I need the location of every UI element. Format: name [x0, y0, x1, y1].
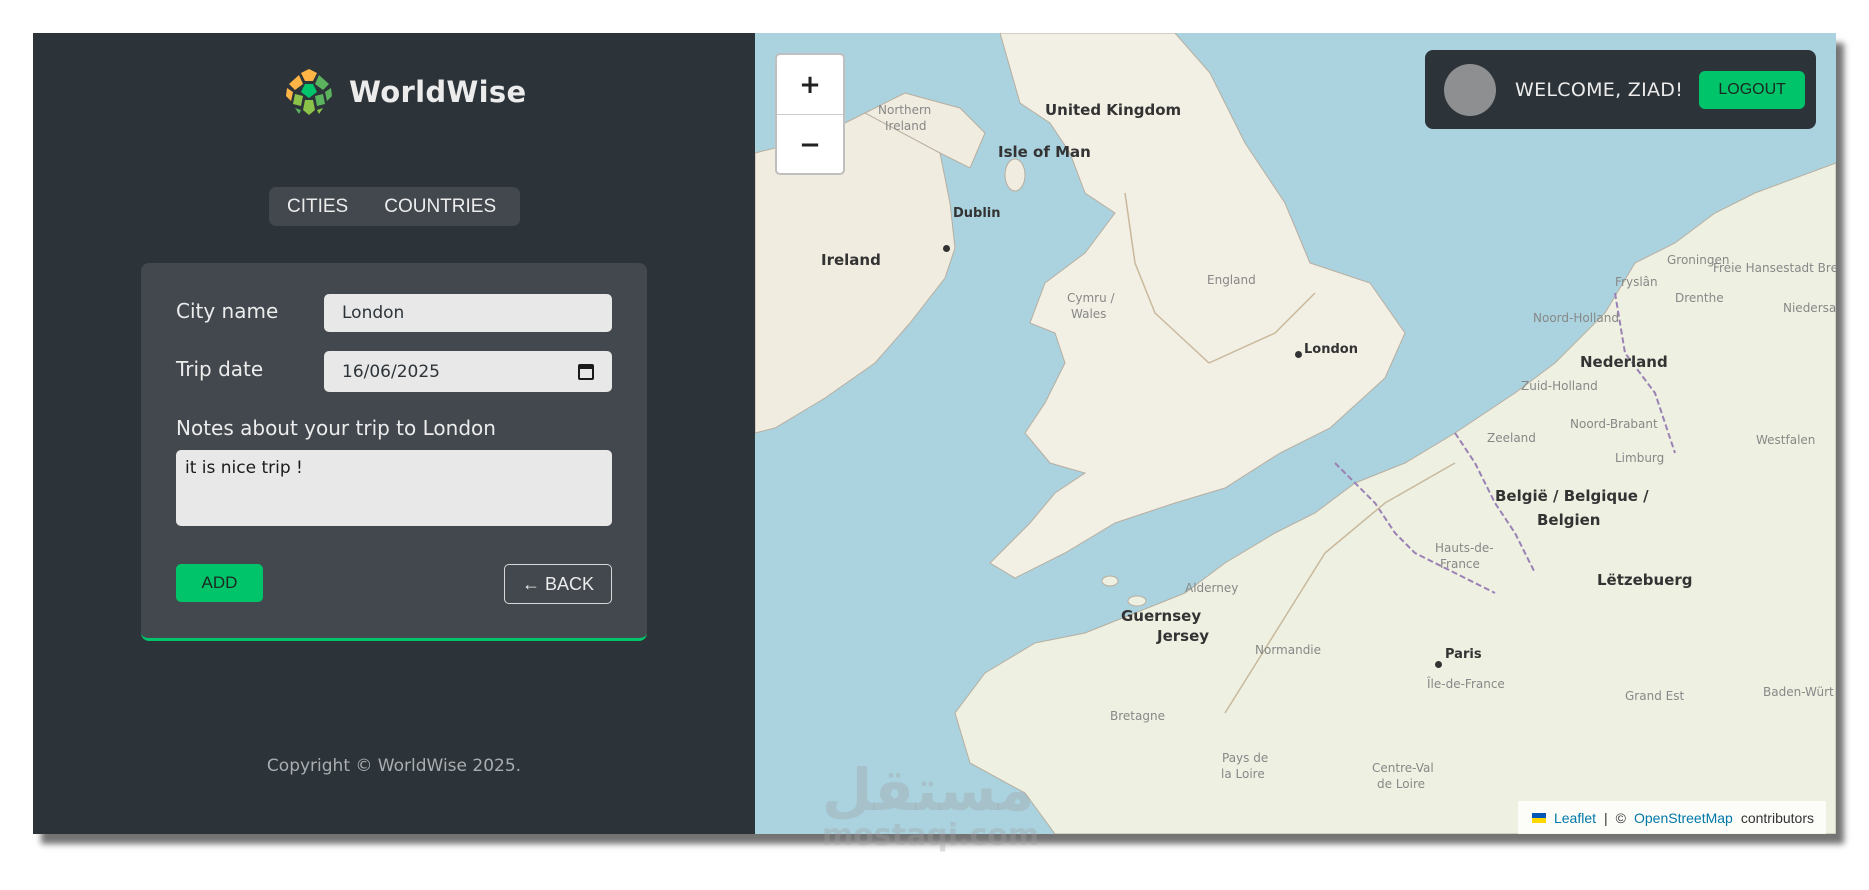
watermark-arabic: مستقل [822, 756, 1035, 824]
map-label-belgien: Belgien [1537, 511, 1601, 529]
notes-textarea[interactable]: it is nice trip ! [176, 450, 612, 526]
map-label-centre: Centre-Val [1372, 761, 1434, 775]
tab-countries[interactable]: COUNTRIES [366, 187, 514, 226]
map-label-de-loire: de Loire [1377, 777, 1426, 791]
map-label-dublin: Dublin [953, 206, 1001, 221]
globe-logo-icon [285, 68, 333, 116]
map-label-england: England [1207, 273, 1256, 287]
map-label-uk: United Kingdom [1045, 101, 1182, 119]
attribution-separator: | [1604, 809, 1608, 826]
map-label-wales: Wales [1071, 307, 1107, 321]
city-marker-paris [1435, 661, 1442, 668]
map-label-letz: Lëtzebuerg [1597, 571, 1693, 589]
watermark-latin: mostaqi.com [822, 818, 1040, 853]
attribution-contributors: contributors [1740, 809, 1814, 826]
trip-date-input[interactable]: 16/06/2025 [324, 351, 612, 392]
map-label-limburg: Limburg [1615, 451, 1665, 465]
zoom-in-button[interactable]: + [777, 55, 843, 115]
map-label-cymru: Cymru / [1067, 291, 1115, 305]
ukraine-flag-icon [1531, 812, 1546, 823]
city-name-input[interactable]: London [324, 294, 612, 332]
calendar-icon[interactable] [578, 363, 594, 380]
add-button[interactable]: ADD [176, 564, 263, 602]
user-panel: WELCOME, ZIAD! LOGOUT [1425, 50, 1816, 129]
app-logo[interactable]: WorldWise [283, 66, 526, 118]
tab-cities[interactable]: CITIES [269, 187, 366, 226]
map-label-n-ireland: Ireland [885, 119, 927, 133]
map-label-bremen: Freie Hansestadt Bremen [1713, 261, 1836, 275]
city-marker-dublin [943, 245, 950, 252]
map-attribution: Leaflet | © OpenStreetMap contributors [1517, 801, 1826, 834]
leaflet-link[interactable]: Leaflet [1554, 810, 1596, 826]
map-label-zeeland: Zeeland [1487, 431, 1536, 445]
map-label-nieders: Niedersac [1783, 301, 1836, 315]
map-label-paris: Paris [1445, 647, 1482, 662]
map-label-zuid-holland: Zuid-Holland [1521, 379, 1598, 393]
map-label-isle-of-man: Isle of Man [998, 143, 1091, 161]
add-city-form: City name London Trip date 16/06/2025 No… [141, 263, 647, 641]
map-label-london: London [1304, 342, 1358, 357]
map-label-noord-holland: Noord-Holland [1533, 311, 1619, 325]
map-label-drenthe: Drenthe [1675, 291, 1724, 305]
map-label-ireland: Ireland [821, 251, 881, 269]
map-label-france-r: France [1440, 557, 1480, 571]
map-label-nederland: Nederland [1580, 353, 1668, 371]
osm-link[interactable]: OpenStreetMap [1634, 810, 1733, 826]
avatar [1444, 63, 1496, 116]
map-tiles [755, 33, 1836, 834]
city-name-label: City name [176, 299, 279, 323]
zoom-out-button[interactable]: − [777, 115, 843, 174]
sidebar: WorldWise CITIES COUNTRIES City name Lon… [33, 33, 755, 834]
notes-label: Notes about your trip to London [176, 416, 496, 440]
map-label-friesland: Fryslân [1615, 275, 1658, 289]
attribution-copyright: © [1615, 809, 1626, 826]
back-button[interactable]: ← BACK [504, 564, 612, 604]
logout-button[interactable]: LOGOUT [1699, 70, 1806, 109]
welcome-text: WELCOME, ZIAD! [1515, 78, 1684, 101]
watermark: مستقل mostaqi.com [822, 756, 1040, 853]
zoom-control: + − [775, 53, 845, 175]
map-label-jersey: Jersey [1157, 627, 1210, 645]
map-label-hauts: Hauts-de- [1435, 541, 1494, 555]
map-label-pays: Pays de [1222, 751, 1269, 765]
app-frame: WorldWise CITIES COUNTRIES City name Lon… [33, 33, 1836, 834]
map-label-bretagne: Bretagne [1110, 709, 1165, 723]
map-label-belgie: België / Belgique / [1495, 487, 1649, 505]
map-label-normandie: Normandie [1255, 643, 1322, 657]
copyright-text: Copyright © WorldWise 2025. [266, 756, 522, 776]
map-view[interactable]: United Kingdom Isle of Man Ireland Dubli… [755, 33, 1836, 834]
map-label-la-loire: la Loire [1221, 767, 1265, 781]
trip-date-value: 16/06/2025 [342, 361, 440, 382]
map-label-noord-brabant: Noord-Brabant [1570, 417, 1658, 431]
city-marker-london [1295, 351, 1302, 358]
trip-date-label: Trip date [176, 357, 264, 381]
map-label-northern: Northern [878, 103, 932, 117]
map-label-idf: Île-de-France [1427, 677, 1505, 691]
view-tabs: CITIES COUNTRIES [269, 187, 520, 226]
map-label-guernsey: Guernsey [1121, 607, 1202, 625]
map-label-grand-est: Grand Est [1625, 689, 1685, 703]
map-label-westfalen: Westfalen [1756, 433, 1816, 447]
map-label-alderney: Alderney [1185, 581, 1239, 595]
map-label-baden: Baden-Würt [1763, 685, 1834, 699]
app-name: WorldWise [349, 75, 527, 109]
